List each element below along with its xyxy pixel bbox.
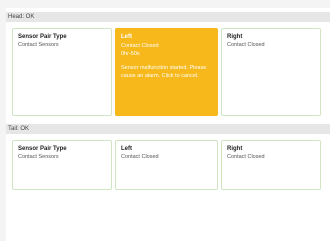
tail-right-title: Right bbox=[227, 146, 243, 152]
head-sensor-pair-card: Sensor Pair Type Contact Sensors bbox=[12, 28, 112, 116]
tail-left-title: Left bbox=[121, 146, 132, 152]
head-status-label: Head: OK bbox=[8, 14, 35, 20]
head-sensor-pair-title: Sensor Pair Type bbox=[18, 34, 67, 40]
head-left-duration: 0hr-50s bbox=[121, 51, 140, 57]
head-left-status: Contact Closed bbox=[121, 43, 159, 49]
tail-sensor-pair-card: Sensor Pair Type Contact Sensors bbox=[12, 140, 112, 190]
tail-right-status: Contact Closed bbox=[227, 154, 265, 160]
tail-sensor-pair-value: Contact Sensors bbox=[18, 154, 59, 160]
tail-left-card: Left Contact Closed bbox=[115, 140, 218, 190]
head-sensor-pair-value: Contact Sensors bbox=[18, 42, 59, 48]
head-right-card: Right Contact Closed bbox=[221, 28, 321, 116]
head-left-title: Left bbox=[121, 34, 132, 40]
head-status-header: Head: OK bbox=[6, 12, 330, 22]
tail-status-label: Tail: OK bbox=[8, 126, 30, 132]
tail-left-status: Contact Closed bbox=[121, 154, 159, 160]
tail-status-header: Tail: OK bbox=[6, 124, 330, 134]
tail-right-card: Right Contact Closed bbox=[221, 140, 321, 190]
head-left-alert-card[interactable]: Left Contact Closed 0hr-50s Sensor malfu… bbox=[115, 28, 218, 116]
head-right-status: Contact Closed bbox=[227, 42, 265, 48]
sensor-status-panel: Head: OK Sensor Pair Type Contact Sensor… bbox=[6, 8, 330, 241]
tail-sensor-pair-title: Sensor Pair Type bbox=[18, 146, 67, 152]
head-right-title: Right bbox=[227, 34, 243, 40]
head-left-cancel-message[interactable]: Sensor malfunction started. Please cause… bbox=[121, 64, 212, 80]
